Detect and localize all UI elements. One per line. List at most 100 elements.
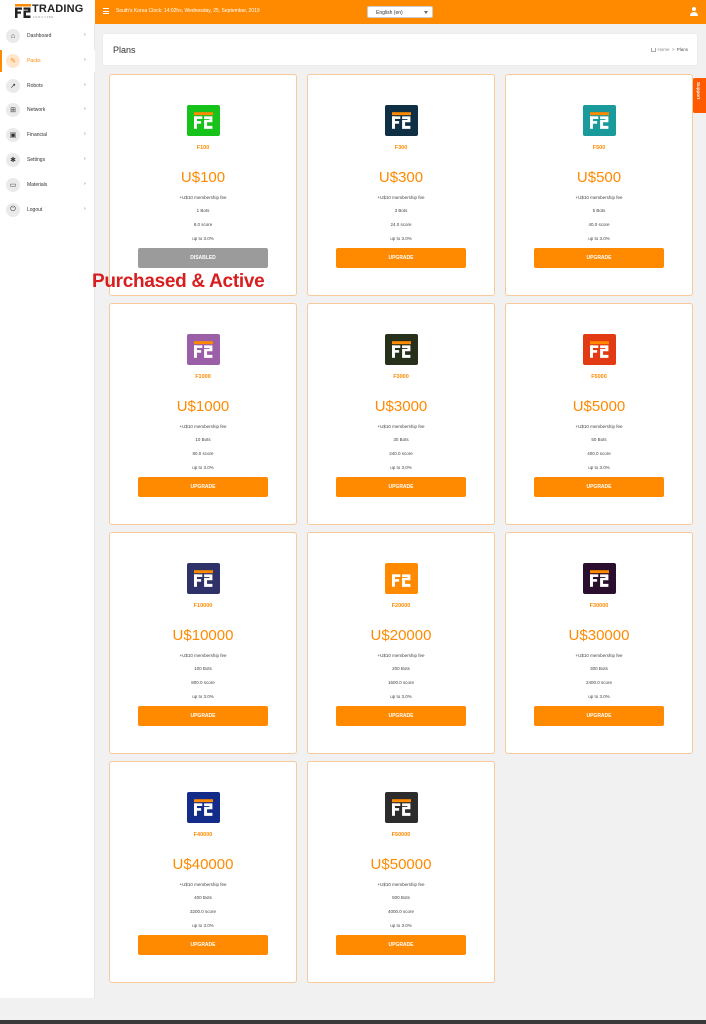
sidebar-item-label: Robots bbox=[27, 82, 43, 89]
plan-logo-icon bbox=[583, 563, 616, 594]
plan-card: F1000 U$1000 +U$10 membership fee 10 Bots 80… bbox=[109, 303, 297, 525]
plan-price: U$3000 bbox=[374, 398, 428, 415]
plan-logo-icon bbox=[187, 334, 220, 365]
plan-fee: +U$10 membership fee bbox=[575, 195, 623, 200]
upgrade-button[interactable]: UPGRADE bbox=[138, 706, 268, 726]
plan-name: F50000 bbox=[391, 832, 411, 838]
language-select[interactable]: English (en) bbox=[367, 6, 433, 18]
plan-logo-icon bbox=[583, 105, 616, 136]
plan-yield: up to 3.0% bbox=[390, 923, 412, 928]
chevron-right-icon: › bbox=[84, 106, 86, 113]
plan-score: 40.0 score bbox=[588, 222, 610, 227]
plan-logo-icon bbox=[385, 105, 418, 136]
breadcrumb: Home > Plans bbox=[650, 47, 688, 52]
sidebar-item-materials[interactable]: ▭ Materials › bbox=[0, 174, 95, 196]
upgrade-button[interactable]: UPGRADE bbox=[336, 477, 466, 497]
sidebar-item-label: Materials bbox=[27, 181, 48, 188]
sidebar-item-settings[interactable]: ✱ Settings › bbox=[0, 149, 95, 171]
plan-bots: 10 Bots bbox=[195, 437, 211, 442]
chevron-right-icon: › bbox=[84, 131, 86, 138]
plan-bots: 100 Bots bbox=[194, 666, 212, 671]
plan-yield: up to 3.0% bbox=[192, 694, 214, 699]
plan-score: 400.0 score bbox=[587, 451, 611, 456]
plan-card: F50000 U$50000 +U$10 membership fee 500 Bot… bbox=[307, 761, 495, 983]
plan-card: F30000 U$30000 +U$10 membership fee 300 Bot… bbox=[505, 532, 693, 754]
plan-name: F40000 bbox=[193, 832, 213, 838]
plan-fee: +U$10 membership fee bbox=[377, 882, 425, 887]
plan-name: F300 bbox=[394, 145, 408, 151]
support-tab[interactable]: Support bbox=[692, 78, 706, 113]
plan-bots: 400 Bots bbox=[194, 895, 212, 900]
upgrade-button[interactable]: UPGRADE bbox=[336, 248, 466, 268]
sidebar-item-packs[interactable]: ✎ Packs › bbox=[0, 49, 95, 72]
power-icon: ⏻ bbox=[6, 202, 20, 217]
chevron-right-icon: › bbox=[84, 180, 86, 187]
plan-logo-icon bbox=[187, 105, 220, 136]
plan-card: F40000 U$40000 +U$10 membership fee 400 Bot… bbox=[109, 761, 297, 983]
plan-card: F3000 U$3000 +U$10 membership fee 30 Bots 24… bbox=[307, 303, 495, 525]
chevron-right-icon: › bbox=[84, 81, 86, 88]
plan-bots: 30 Bots bbox=[393, 437, 409, 442]
menu-toggle-icon[interactable] bbox=[103, 8, 109, 14]
chevron-right-icon: › bbox=[84, 156, 86, 162]
plan-fee: +U$10 membership fee bbox=[179, 882, 227, 887]
plan-yield: up to 3.0% bbox=[192, 236, 214, 241]
sidebar-item-financial[interactable]: ▣ Financial › bbox=[0, 124, 95, 146]
home-icon: ⌂ bbox=[6, 29, 20, 43]
network-icon: ⊞ bbox=[6, 103, 20, 118]
plan-card: F500 U$500 +U$10 membership fee 5 Bots 40.0 … bbox=[505, 74, 693, 296]
plan-fee: +U$10 membership fee bbox=[179, 653, 227, 658]
plan-logo-icon bbox=[385, 563, 418, 594]
upgrade-button[interactable]: UPGRADE bbox=[138, 477, 268, 497]
brand-mark-icon bbox=[15, 4, 31, 18]
money-icon: ▣ bbox=[6, 128, 20, 143]
plan-logo-icon bbox=[187, 563, 220, 594]
plan-price: U$300 bbox=[378, 169, 424, 186]
language-select-value: English (en) bbox=[376, 10, 403, 16]
user-icon[interactable] bbox=[690, 7, 698, 16]
upgrade-button[interactable]: UPGRADE bbox=[534, 706, 664, 726]
brand-logo[interactable]: TRADING FAMILY2BE bbox=[0, 0, 95, 24]
plan-price: U$5000 bbox=[572, 398, 626, 415]
chevron-right-icon: › bbox=[84, 205, 86, 212]
purchased-stamp: Purchased & Active bbox=[92, 271, 265, 292]
plan-name: F20000 bbox=[391, 603, 411, 609]
disabled-button: DISABLED bbox=[138, 248, 268, 268]
plan-name: F30000 bbox=[589, 603, 609, 609]
breadcrumb-current: Plans bbox=[676, 47, 688, 52]
sidebar-item-dashboard[interactable]: ⌂ Dashboard › bbox=[0, 25, 95, 47]
sidebar-item-label: Packs bbox=[27, 57, 41, 64]
sidebar-item-logout[interactable]: ⏻ Logout › bbox=[0, 199, 95, 221]
plan-price: U$1000 bbox=[176, 398, 230, 415]
plan-card: F5000 U$5000 +U$10 membership fee 50 Bots 40… bbox=[505, 303, 693, 525]
plan-price: U$10000 bbox=[172, 627, 234, 644]
upgrade-button[interactable]: UPGRADE bbox=[336, 935, 466, 955]
upgrade-button[interactable]: UPGRADE bbox=[534, 477, 664, 497]
plan-yield: up to 3.0% bbox=[390, 694, 412, 699]
breadcrumb-home[interactable]: Home bbox=[658, 47, 670, 52]
plan-yield: up to 3.0% bbox=[390, 236, 412, 241]
support-label: Support bbox=[696, 82, 701, 100]
plan-card: F100 U$100 +U$10 membership fee 1 Bots 8.0 s… bbox=[109, 74, 297, 296]
plan-logo-icon bbox=[385, 792, 418, 823]
upgrade-button[interactable]: UPGRADE bbox=[336, 706, 466, 726]
plan-fee: +U$10 membership fee bbox=[575, 424, 623, 429]
plan-yield: up to 3.0% bbox=[588, 694, 610, 699]
upgrade-button[interactable]: UPGRADE bbox=[138, 935, 268, 955]
plan-name: F3000 bbox=[393, 374, 409, 380]
page-header: Plans Home > Plans bbox=[102, 33, 698, 66]
plan-logo-icon bbox=[187, 792, 220, 823]
plan-bots: 500 Bots bbox=[392, 895, 410, 900]
breadcrumb-separator: > bbox=[671, 47, 675, 52]
plan-score: 4000.0 score bbox=[387, 909, 415, 914]
chevron-right-icon: › bbox=[84, 56, 86, 63]
upgrade-button[interactable]: UPGRADE bbox=[534, 248, 664, 268]
bottom-strip bbox=[0, 1020, 706, 1024]
plan-card: F20000 U$20000 +U$10 membership fee 200 Bot… bbox=[307, 532, 495, 754]
plan-name: F1000 bbox=[195, 374, 211, 380]
plan-price: U$30000 bbox=[568, 627, 630, 644]
plan-score: 24.0 score bbox=[390, 222, 412, 227]
sidebar-item-robots[interactable]: ↗ Robots › bbox=[0, 75, 95, 97]
sidebar-item-network[interactable]: ⊞ Network › bbox=[0, 99, 95, 121]
chart-icon: ↗ bbox=[6, 78, 20, 93]
